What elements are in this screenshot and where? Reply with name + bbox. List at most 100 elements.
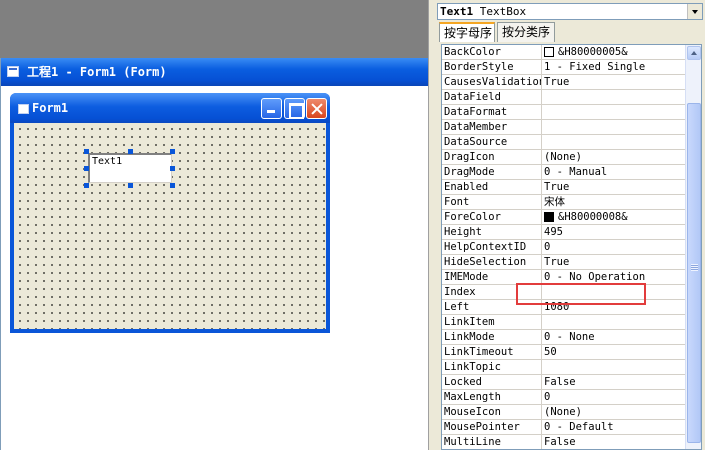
property-value[interactable]: 宋体: [542, 195, 687, 209]
tab-alphabetic[interactable]: 按字母序: [439, 22, 495, 42]
form1-title: Form1: [32, 101, 69, 115]
property-name: DataMember: [442, 120, 542, 134]
property-value[interactable]: False: [542, 375, 687, 389]
form-client-area[interactable]: Text1: [14, 123, 326, 329]
property-value[interactable]: [542, 315, 687, 329]
property-value-text: 0 - No Operation: [544, 271, 646, 283]
property-value[interactable]: 0: [542, 240, 687, 254]
property-value[interactable]: 50: [542, 345, 687, 359]
property-row[interactable]: IMEMode 0 - No Operation: [442, 270, 687, 285]
resize-handle-n[interactable]: [128, 149, 133, 154]
resize-handle-nw[interactable]: [84, 149, 89, 154]
property-row[interactable]: Enabled True: [442, 180, 687, 195]
scroll-up-icon[interactable]: [687, 46, 701, 60]
property-name: HideSelection: [442, 255, 542, 269]
vertical-scrollbar[interactable]: [685, 45, 701, 449]
property-value[interactable]: [542, 120, 687, 134]
property-row[interactable]: HelpContextID 0: [442, 240, 687, 255]
property-value[interactable]: 495: [542, 225, 687, 239]
property-name: DataSource: [442, 135, 542, 149]
chevron-down-icon[interactable]: [687, 4, 702, 19]
property-row[interactable]: Height 495: [442, 225, 687, 240]
property-row[interactable]: Index: [442, 285, 687, 300]
property-value[interactable]: True: [542, 255, 687, 269]
property-row[interactable]: MaxLength 0: [442, 390, 687, 405]
property-name: MousePointer: [442, 420, 542, 434]
property-row[interactable]: DataSource: [442, 135, 687, 150]
tab-categorized[interactable]: 按分类序: [497, 22, 555, 42]
property-row[interactable]: Font 宋体: [442, 195, 687, 210]
form1-window[interactable]: Form1 Text1: [10, 93, 330, 333]
property-row[interactable]: DragMode 0 - Manual: [442, 165, 687, 180]
resize-handle-sw[interactable]: [84, 183, 89, 188]
maximize-button[interactable]: [284, 98, 305, 119]
text1-textbox[interactable]: Text1: [88, 153, 172, 183]
property-row[interactable]: MouseIcon (None): [442, 405, 687, 420]
property-name: DataField: [442, 90, 542, 104]
property-row[interactable]: BorderStyle 1 - Fixed Single: [442, 60, 687, 75]
property-value[interactable]: False: [542, 435, 687, 449]
property-row[interactable]: DataField: [442, 90, 687, 105]
property-value[interactable]: (None): [542, 150, 687, 164]
property-row[interactable]: Left 1080: [442, 300, 687, 315]
property-value[interactable]: [542, 105, 687, 119]
property-row[interactable]: HideSelection True: [442, 255, 687, 270]
designer-title-bar[interactable]: 工程1 - Form1 (Form): [1, 58, 428, 86]
designer-background: [0, 0, 428, 60]
textbox-text: Text1: [92, 156, 123, 167]
property-row[interactable]: LinkTopic: [442, 360, 687, 375]
property-value[interactable]: 0: [542, 390, 687, 404]
property-name: LinkTopic: [442, 360, 542, 374]
property-value-text: 495: [544, 226, 563, 238]
property-row[interactable]: MultiLine False: [442, 435, 687, 449]
property-name: Left: [442, 300, 542, 314]
property-value-text: True: [544, 256, 570, 268]
minimize-button[interactable]: [261, 98, 282, 119]
property-value[interactable]: 0 - Default: [542, 420, 687, 434]
property-name: Enabled: [442, 180, 542, 194]
property-row[interactable]: LinkTimeout 50: [442, 345, 687, 360]
property-name: IMEMode: [442, 270, 542, 284]
property-row[interactable]: Locked False: [442, 375, 687, 390]
property-name: Locked: [442, 375, 542, 389]
object-type: TextBox: [479, 5, 527, 18]
property-value[interactable]: 1 - Fixed Single: [542, 60, 687, 74]
resize-handle-ne[interactable]: [170, 149, 175, 154]
property-row[interactable]: LinkItem: [442, 315, 687, 330]
resize-handle-w[interactable]: [84, 166, 89, 171]
property-value[interactable]: 0 - No Operation: [542, 270, 687, 284]
property-value[interactable]: True: [542, 75, 687, 89]
property-value[interactable]: [542, 285, 687, 299]
property-value[interactable]: 1080: [542, 300, 687, 314]
property-value[interactable]: [542, 135, 687, 149]
scrollbar-thumb[interactable]: [687, 103, 701, 443]
resize-handle-s[interactable]: [128, 183, 133, 188]
property-name: LinkMode: [442, 330, 542, 344]
property-value[interactable]: (None): [542, 405, 687, 419]
property-value[interactable]: &H80000008&: [542, 210, 687, 224]
property-row[interactable]: CausesValidation True: [442, 75, 687, 90]
property-row[interactable]: DragIcon (None): [442, 150, 687, 165]
property-row[interactable]: LinkMode 0 - None: [442, 330, 687, 345]
object-selector[interactable]: Text1 TextBox: [437, 3, 703, 20]
property-value-text: 0: [544, 391, 551, 403]
property-value-text: 1 - Fixed Single: [544, 61, 646, 73]
property-value[interactable]: True: [542, 180, 687, 194]
property-row[interactable]: ForeColor &H80000008&: [442, 210, 687, 225]
grip-icon: [691, 264, 698, 271]
property-value-text: &H80000005&: [558, 46, 628, 58]
property-value[interactable]: [542, 360, 687, 374]
resize-handle-se[interactable]: [170, 183, 175, 188]
property-row[interactable]: BackColor &H80000005&: [442, 45, 687, 60]
property-row[interactable]: DataFormat: [442, 105, 687, 120]
close-button[interactable]: [306, 98, 327, 119]
property-row[interactable]: MousePointer 0 - Default: [442, 420, 687, 435]
property-value[interactable]: &H80000005&: [542, 45, 687, 59]
resize-handle-e[interactable]: [170, 166, 175, 171]
property-row[interactable]: DataMember: [442, 120, 687, 135]
form1-title-bar[interactable]: Form1: [10, 93, 330, 123]
property-value-text: True: [544, 181, 570, 193]
property-value[interactable]: 0 - Manual: [542, 165, 687, 179]
property-value[interactable]: 0 - None: [542, 330, 687, 344]
property-value[interactable]: [542, 90, 687, 104]
